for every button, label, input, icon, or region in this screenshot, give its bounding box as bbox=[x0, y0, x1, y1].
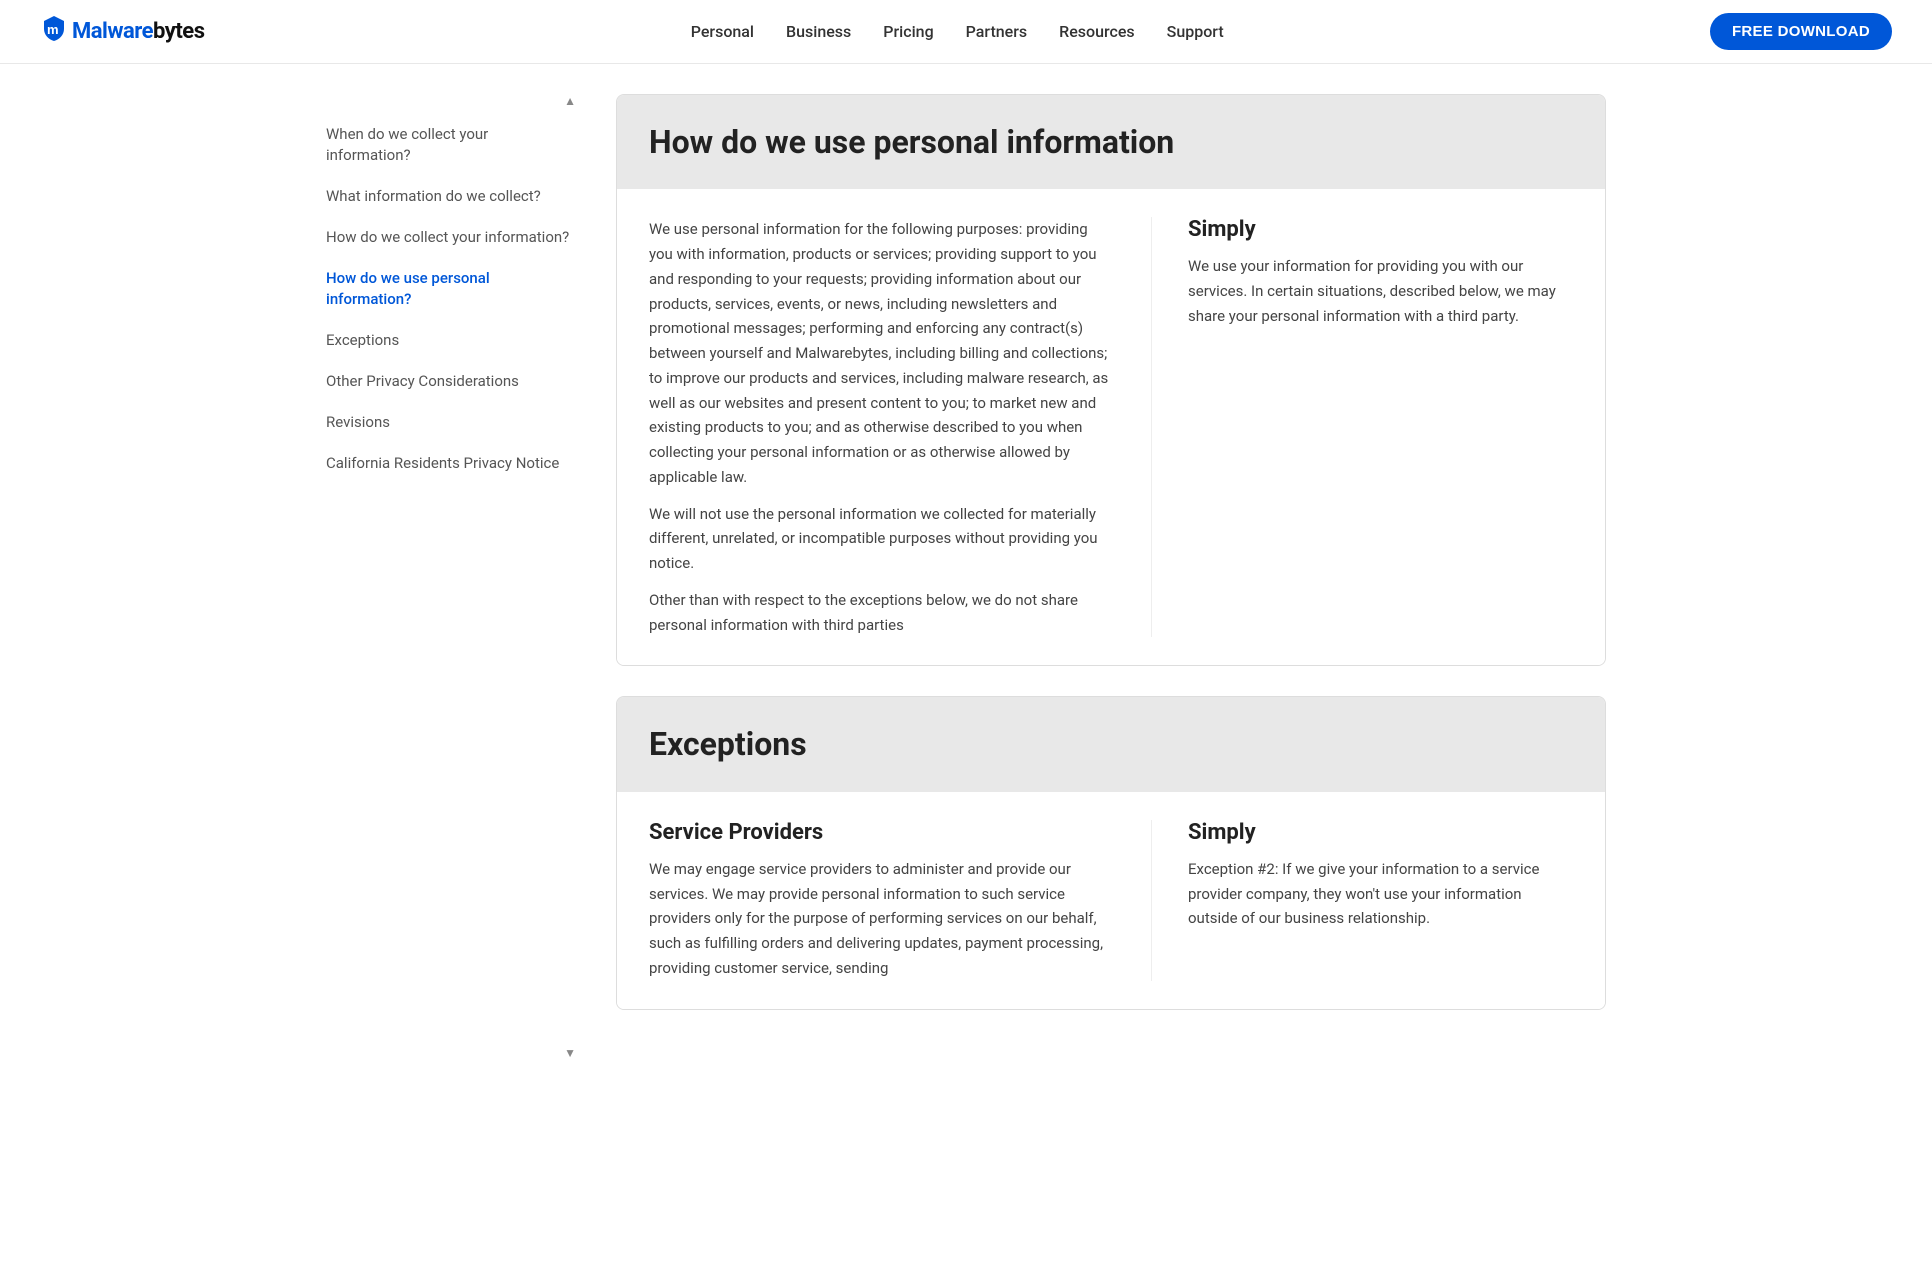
logo-icon: m bbox=[40, 14, 68, 49]
sidebar-item-collect-how[interactable]: How do we collect your information? bbox=[326, 217, 576, 258]
svg-text:m: m bbox=[47, 22, 59, 37]
sidebar-item-other-privacy[interactable]: Other Privacy Considerations bbox=[326, 361, 576, 402]
sidebar-item-exceptions[interactable]: Exceptions bbox=[326, 320, 576, 361]
exceptions-simply-title: Simply bbox=[1188, 820, 1573, 845]
sidebar-scroll-down[interactable]: ▼ bbox=[564, 1046, 576, 1060]
section-exceptions-title: Exceptions bbox=[649, 725, 1573, 763]
nav-pricing[interactable]: Pricing bbox=[883, 22, 933, 41]
exceptions-simply-text: Exception #2: If we give your informatio… bbox=[1188, 857, 1573, 931]
section-use-personal: How do we use personal information We us… bbox=[616, 94, 1606, 666]
page-layout: ▲ When do we collect your information? W… bbox=[296, 64, 1636, 1090]
free-download-button[interactable]: FREE DOWNLOAD bbox=[1710, 13, 1892, 50]
section-exceptions-right: Simply Exception #2: If we give your inf… bbox=[1151, 820, 1573, 981]
sidebar-nav: When do we collect your information? Wha… bbox=[326, 114, 576, 484]
section-exceptions-header: Exceptions bbox=[617, 697, 1605, 791]
section-use-personal-header: How do we use personal information bbox=[617, 95, 1605, 189]
sidebar-item-use-personal[interactable]: How do we use personal information? bbox=[326, 258, 576, 320]
sidebar-item-collect-when[interactable]: When do we collect your information? bbox=[326, 114, 576, 176]
main-content: How do we use personal information We us… bbox=[596, 84, 1636, 1070]
sidebar-scroll-up[interactable]: ▲ bbox=[564, 94, 576, 108]
section-use-personal-left: We use personal information for the foll… bbox=[649, 217, 1111, 637]
section-exceptions-left: Service Providers We may engage service … bbox=[649, 820, 1111, 981]
main-nav: Personal Business Pricing Partners Resou… bbox=[691, 22, 1224, 41]
use-personal-simply-text: We use your information for providing yo… bbox=[1188, 254, 1573, 328]
section-use-personal-right: Simply We use your information for provi… bbox=[1151, 217, 1573, 637]
header: m Malwarebytes Personal Business Pricing… bbox=[0, 0, 1932, 64]
nav-business[interactable]: Business bbox=[786, 22, 851, 41]
service-providers-title: Service Providers bbox=[649, 820, 1111, 845]
service-providers-text: We may engage service providers to admin… bbox=[649, 857, 1111, 981]
sidebar-item-california[interactable]: California Residents Privacy Notice bbox=[326, 443, 576, 484]
section-use-personal-text: We use personal information for the foll… bbox=[649, 217, 1111, 637]
nav-partners[interactable]: Partners bbox=[966, 22, 1028, 41]
nav-support[interactable]: Support bbox=[1167, 22, 1224, 41]
section-exceptions-body: Service Providers We may engage service … bbox=[617, 792, 1605, 1009]
sidebar-item-collect-what[interactable]: What information do we collect? bbox=[326, 176, 576, 217]
use-personal-para-1: We use personal information for the foll… bbox=[649, 217, 1111, 489]
section-use-personal-body: We use personal information for the foll… bbox=[617, 189, 1605, 665]
section-use-personal-title: How do we use personal information bbox=[649, 123, 1573, 161]
nav-personal[interactable]: Personal bbox=[691, 22, 754, 41]
use-personal-para-3: Other than with respect to the exception… bbox=[649, 588, 1111, 638]
use-personal-simply-title: Simply bbox=[1188, 217, 1573, 242]
logo: m Malwarebytes bbox=[40, 14, 205, 49]
logo-bytes: bytes bbox=[153, 19, 204, 44]
nav-resources[interactable]: Resources bbox=[1059, 22, 1135, 41]
logo-text: Malwarebytes bbox=[72, 19, 205, 44]
use-personal-para-2: We will not use the personal information… bbox=[649, 502, 1111, 576]
logo-malware: Malware bbox=[72, 19, 153, 44]
section-exceptions: Exceptions Service Providers We may enga… bbox=[616, 696, 1606, 1009]
sidebar: ▲ When do we collect your information? W… bbox=[296, 84, 596, 1070]
sidebar-item-revisions[interactable]: Revisions bbox=[326, 402, 576, 443]
